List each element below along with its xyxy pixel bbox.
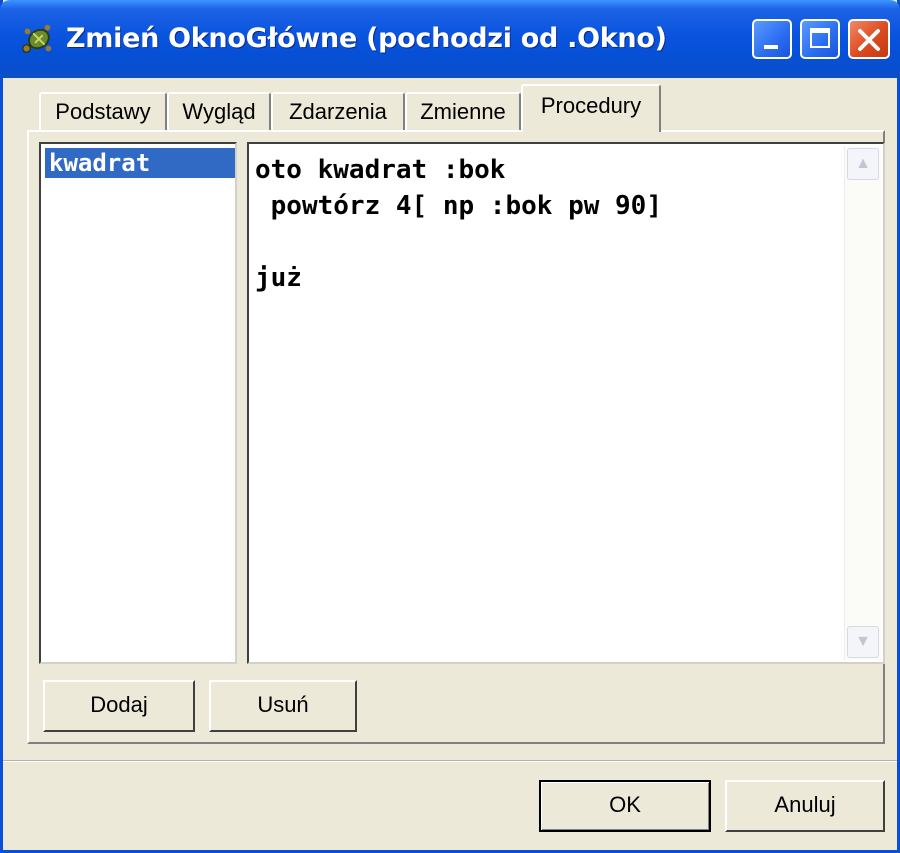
close-icon <box>858 29 880 51</box>
scroll-up-icon[interactable]: ▲ <box>847 148 879 180</box>
scroll-down-icon[interactable]: ▼ <box>847 626 879 658</box>
minimize-icon <box>764 45 778 49</box>
turtle-icon <box>22 24 52 54</box>
tab-procedury[interactable]: Procedury <box>521 84 661 132</box>
list-item[interactable]: kwadrat <box>45 148 235 178</box>
procedure-list[interactable]: kwadrat <box>39 142 237 664</box>
tab-zmienne[interactable]: Zmienne <box>405 92 521 130</box>
tab-podstawy[interactable]: Podstawy <box>39 92 167 130</box>
tab-wyglad[interactable]: Wygląd <box>167 92 271 130</box>
cancel-button[interactable]: Anuluj <box>725 780 885 832</box>
maximize-button[interactable] <box>800 19 840 59</box>
procedure-editor[interactable]: oto kwadrat :bok powtórz 4[ np :bok pw 9… <box>247 142 885 664</box>
add-procedure-button[interactable]: Dodaj <box>43 680 195 732</box>
ok-button[interactable]: OK <box>539 780 711 832</box>
minimize-button[interactable] <box>752 19 792 59</box>
vertical-scrollbar[interactable]: ▲ ▼ <box>844 146 881 660</box>
code-textarea[interactable]: oto kwadrat :bok powtórz 4[ np :bok pw 9… <box>255 152 835 652</box>
close-button[interactable] <box>848 19 890 59</box>
window-title: Zmień OknoGłówne (pochodzi od .Okno) <box>66 23 667 54</box>
divider <box>3 760 897 762</box>
remove-procedure-button[interactable]: Usuń <box>209 680 357 732</box>
dialog-window: Zmień OknoGłówne (pochodzi od .Okno) Pod… <box>0 0 900 853</box>
maximize-icon <box>810 28 830 48</box>
title-bar[interactable]: Zmień OknoGłówne (pochodzi od .Okno) <box>0 0 900 78</box>
tab-zdarzenia[interactable]: Zdarzenia <box>271 92 405 130</box>
